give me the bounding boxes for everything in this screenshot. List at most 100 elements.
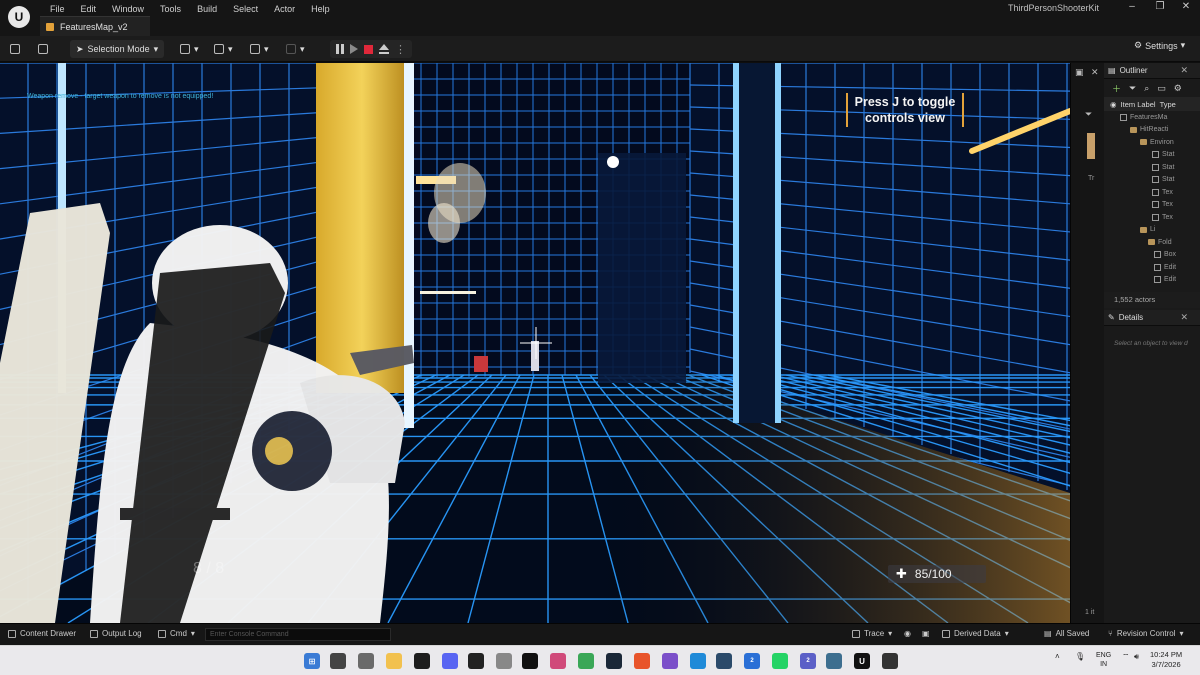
trace-label: Trace	[864, 629, 885, 638]
settings-button[interactable]: ⚙ Settings ▾	[1134, 40, 1185, 51]
menu-select[interactable]: Select	[225, 2, 266, 16]
app-icon[interactable]	[522, 653, 538, 669]
menu-window[interactable]: Window	[104, 2, 152, 16]
menu-build[interactable]: Build	[189, 2, 225, 16]
outliner-row[interactable]: FeaturesMa	[1104, 111, 1200, 124]
steam-icon[interactable]	[606, 653, 622, 669]
level-tab[interactable]: FeaturesMap_v2	[40, 16, 150, 36]
outliner-row[interactable]: Tex	[1104, 186, 1200, 199]
outliner-row[interactable]: Li	[1104, 224, 1200, 237]
cmd-dropdown[interactable]: Cmd ▾	[158, 629, 195, 638]
discord-icon[interactable]	[442, 653, 458, 669]
outliner-row[interactable]: Environ	[1104, 136, 1200, 149]
gear-icon[interactable]: ⚙	[1174, 83, 1182, 94]
close-button[interactable]: ✕	[1172, 0, 1200, 14]
filter-icon[interactable]: ⏷	[1085, 109, 1092, 120]
chrome-icon[interactable]	[578, 653, 594, 669]
outliner-row[interactable]: Fold	[1104, 236, 1200, 249]
visual-studio-icon[interactable]	[662, 653, 678, 669]
close-icon[interactable]: ✕	[1180, 65, 1188, 76]
content-drawer-button[interactable]: Content Drawer	[8, 629, 76, 638]
selection-mode-dropdown[interactable]: ➤ Selection Mode ▾	[70, 40, 165, 58]
maximize-button[interactable]: ❐	[1146, 0, 1174, 14]
app-icon[interactable]	[414, 653, 430, 669]
brave-icon[interactable]	[634, 653, 650, 669]
search-icon[interactable]: ⌕	[1144, 83, 1149, 94]
log-icon	[90, 629, 98, 638]
app-icon[interactable]	[496, 653, 512, 669]
app-icon[interactable]	[468, 653, 484, 669]
console-command-input[interactable]: Enter Console Command	[205, 628, 391, 641]
play-icon[interactable]	[350, 44, 358, 54]
file-explorer-icon[interactable]	[386, 653, 402, 669]
outliner-row[interactable]: Tex	[1104, 199, 1200, 212]
filter-icon[interactable]: ⏷	[1129, 83, 1136, 94]
add-icon[interactable]: ＋	[1112, 82, 1121, 95]
outliner-row-label: Stat	[1162, 163, 1175, 171]
cinematics-button[interactable]: ▾	[250, 40, 269, 58]
microphone-icon[interactable]: 🎙︎	[1075, 652, 1085, 661]
close-icon[interactable]: ✕	[1091, 67, 1099, 78]
add-actor-button[interactable]: ▾	[180, 40, 199, 58]
outliner-row[interactable]: Stat	[1104, 174, 1200, 187]
outliner-row[interactable]: Edit	[1104, 274, 1200, 287]
trace-dropdown[interactable]: Trace ▾	[852, 629, 892, 638]
menu-file[interactable]: File	[42, 2, 73, 16]
whatsapp-icon[interactable]	[772, 653, 788, 669]
column-item-label[interactable]: Item Label	[1121, 100, 1156, 109]
eject-icon[interactable]	[379, 44, 389, 54]
app-icon[interactable]	[358, 653, 374, 669]
outliner-toolbar: ＋ ⏷ ⌕ ▭ ⚙	[1104, 79, 1200, 97]
language-indicator[interactable]: ENG IN	[1096, 651, 1111, 669]
stop-icon[interactable]	[364, 44, 373, 54]
unreal-logo-icon[interactable]: U	[8, 6, 30, 28]
menu-help[interactable]: Help	[303, 2, 338, 16]
output-log-button[interactable]: Output Log	[90, 629, 142, 638]
menu-tools[interactable]: Tools	[152, 2, 189, 16]
menu-actor[interactable]: Actor	[266, 2, 303, 16]
browse-button[interactable]	[38, 40, 48, 58]
wifi-icon[interactable]: ⌔	[1122, 652, 1130, 662]
screenshot-button[interactable]: ▣	[922, 629, 930, 638]
revision-control-dropdown[interactable]: ⑂ Revision Control ▾	[1108, 629, 1184, 638]
platforms-button[interactable]: ▾	[286, 40, 305, 58]
outliner-row[interactable]: Edit	[1104, 261, 1200, 274]
level-viewport[interactable]: Weapon remove - target weapon to remove …	[0, 63, 1070, 623]
outliner-row[interactable]: Stat	[1104, 161, 1200, 174]
blueprints-button[interactable]: ▾	[214, 40, 233, 58]
outliner-row-label: Stat	[1162, 151, 1175, 159]
chevron-up-icon[interactable]: ˄	[1055, 652, 1060, 661]
app-icon[interactable]: 2	[744, 653, 760, 669]
column-type[interactable]: Type	[1160, 100, 1176, 109]
scroll-handle[interactable]	[1087, 133, 1095, 159]
task-view-icon[interactable]	[330, 653, 346, 669]
record-button[interactable]: ◉	[904, 629, 911, 638]
start-icon[interactable]: ⊞	[304, 653, 320, 669]
outliner-row[interactable]: Tex	[1104, 211, 1200, 224]
app-icon[interactable]	[826, 653, 842, 669]
teams-icon[interactable]: 2	[800, 653, 816, 669]
minimize-button[interactable]: –	[1118, 0, 1146, 14]
pin-icon[interactable]: ▭	[1157, 83, 1166, 94]
menu-edit[interactable]: Edit	[73, 2, 105, 16]
pause-icon[interactable]	[336, 44, 344, 54]
app-icon[interactable]	[550, 653, 566, 669]
outliner-row[interactable]: Stat	[1104, 149, 1200, 162]
close-icon[interactable]: ✕	[1180, 312, 1188, 323]
more-options-icon[interactable]: ⋮	[395, 43, 406, 56]
all-saved-button[interactable]: ▤ All Saved	[1044, 629, 1089, 638]
app-icon[interactable]	[716, 653, 732, 669]
outliner-row[interactable]: Box	[1104, 249, 1200, 262]
clock[interactable]: 10:24 PM 3/7/2026	[1150, 650, 1182, 670]
panel-tab-icon[interactable]: ▣	[1075, 67, 1084, 78]
volume-icon[interactable]: 🔊︎	[1134, 652, 1139, 662]
save-button[interactable]	[10, 40, 20, 58]
app-icon[interactable]	[882, 653, 898, 669]
outliner-row[interactable]: HitReacti	[1104, 124, 1200, 137]
folder-icon	[1140, 139, 1147, 146]
vscode-icon[interactable]	[690, 653, 706, 669]
terminal-icon	[158, 629, 166, 638]
eye-icon[interactable]: ◉	[1110, 100, 1117, 109]
derived-data-dropdown[interactable]: Derived Data ▾	[942, 629, 1009, 638]
unreal-engine-icon[interactable]: U	[854, 653, 870, 669]
